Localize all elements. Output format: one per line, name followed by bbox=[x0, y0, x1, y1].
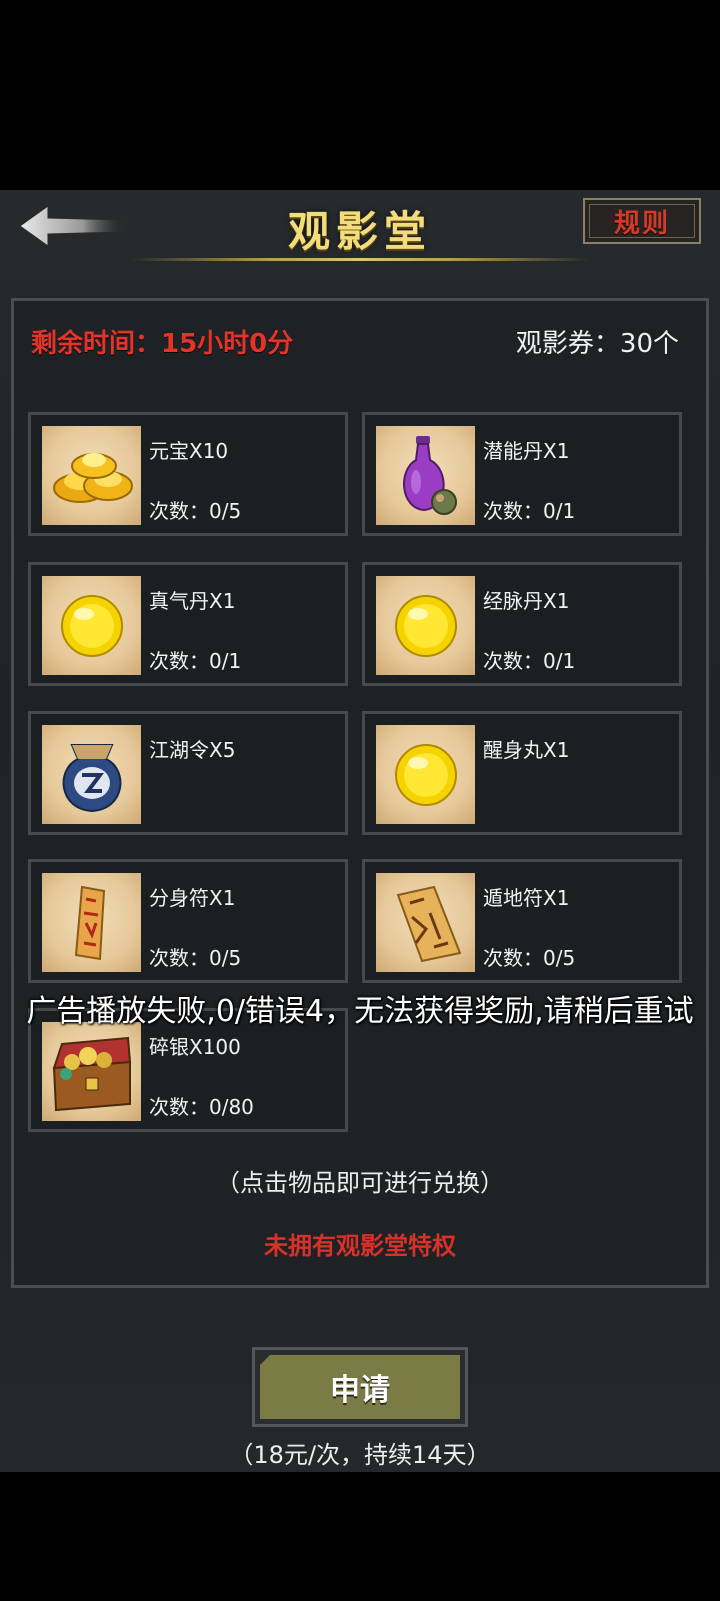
purple-vase-icon bbox=[376, 426, 475, 525]
item-count: 次数：0/5 bbox=[149, 499, 242, 523]
exchange-hint: （点击物品即可进行兑换） bbox=[216, 1169, 504, 1197]
app-screen: 观影堂 规则 剩余时间：15小时0分 观影券：30个 元宝X10 次数：0/5 bbox=[0, 190, 720, 1472]
item-potential-pill[interactable]: 潜能丹X1 次数：0/1 bbox=[362, 412, 682, 536]
rules-button[interactable]: 规则 bbox=[583, 198, 701, 244]
item-name: 遁地符X1 bbox=[483, 886, 570, 910]
item-name: 碎银X100 bbox=[149, 1035, 241, 1059]
item-awakening-pill[interactable]: 醒身丸X1 bbox=[362, 711, 682, 835]
talisman-icon bbox=[376, 873, 475, 972]
yellow-pill-icon bbox=[376, 576, 475, 675]
treasure-chest-icon bbox=[42, 1022, 141, 1121]
remaining-time: 剩余时间：15小时0分 bbox=[31, 329, 294, 359]
item-name: 真气丹X1 bbox=[149, 589, 236, 613]
item-name: 江湖令X5 bbox=[149, 738, 236, 762]
token-pouch-icon bbox=[42, 725, 141, 824]
item-count: 次数：0/5 bbox=[483, 946, 576, 970]
item-meridian-pill[interactable]: 经脉丹X1 次数：0/1 bbox=[362, 562, 682, 686]
rules-label: 规则 bbox=[613, 208, 670, 239]
item-earth-escape-talisman[interactable]: 遁地符X1 次数：0/5 bbox=[362, 859, 682, 983]
yellow-pill-icon bbox=[376, 725, 475, 824]
item-count: 次数：0/80 bbox=[149, 1095, 254, 1119]
item-name: 醒身丸X1 bbox=[483, 738, 570, 762]
item-gold-ingot[interactable]: 元宝X10 次数：0/5 bbox=[28, 412, 348, 536]
apply-button-face: 申请 bbox=[260, 1355, 460, 1419]
apply-price: （18元/次，持续14天） bbox=[229, 1441, 491, 1469]
apply-button[interactable]: 申请 bbox=[252, 1347, 468, 1427]
yellow-pill-icon bbox=[42, 576, 141, 675]
item-qi-pill[interactable]: 真气丹X1 次数：0/1 bbox=[28, 562, 348, 686]
item-name: 经脉丹X1 bbox=[483, 589, 570, 613]
apply-label: 申请 bbox=[330, 1373, 390, 1408]
gold-ingot-icon bbox=[42, 426, 141, 525]
error-toast: 广告播放失败,0/错误4，无法获得奖励,请稍后重试 bbox=[26, 994, 694, 1029]
talisman-icon bbox=[42, 873, 141, 972]
item-name: 分身符X1 bbox=[149, 886, 236, 910]
item-name: 潜能丹X1 bbox=[483, 439, 570, 463]
item-name: 元宝X10 bbox=[149, 439, 229, 463]
item-jianghu-token[interactable]: 江湖令X5 bbox=[28, 711, 348, 835]
ticket-count: 观影券：30个 bbox=[515, 329, 679, 359]
item-clone-talisman[interactable]: 分身符X1 次数：0/5 bbox=[28, 859, 348, 983]
item-count: 次数：0/1 bbox=[483, 649, 576, 673]
item-count: 次数：0/5 bbox=[149, 946, 242, 970]
title-underline bbox=[130, 258, 590, 261]
exchange-panel: 剩余时间：15小时0分 观影券：30个 元宝X10 次数：0/5 潜能丹X1 次… bbox=[11, 298, 709, 1288]
item-count: 次数：0/1 bbox=[149, 649, 242, 673]
item-count: 次数：0/1 bbox=[483, 499, 576, 523]
privilege-status: 未拥有观影堂特权 bbox=[264, 1232, 456, 1260]
